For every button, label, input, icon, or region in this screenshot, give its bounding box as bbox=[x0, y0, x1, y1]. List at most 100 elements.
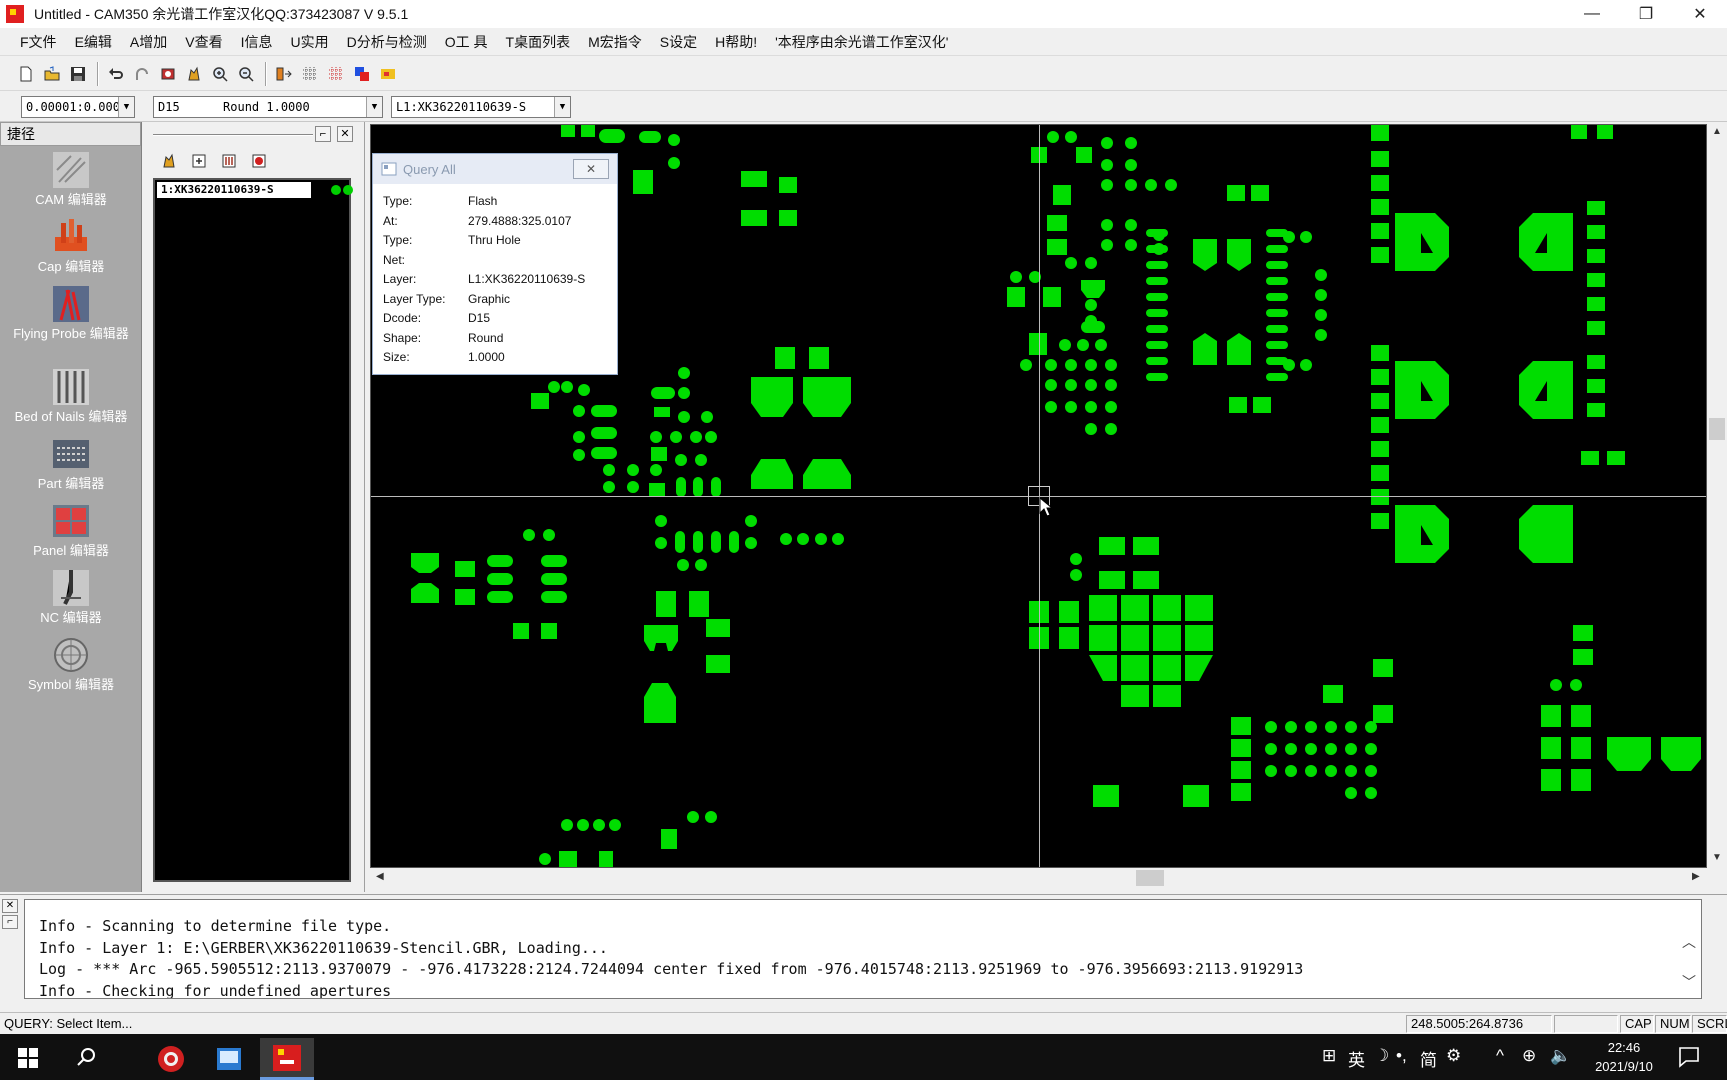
pcb-pad[interactable] bbox=[644, 625, 678, 651]
pcb-pad[interactable] bbox=[695, 454, 707, 466]
pcb-pad[interactable] bbox=[803, 377, 851, 417]
pcb-pad[interactable] bbox=[1373, 705, 1393, 723]
pcb-pad[interactable] bbox=[1020, 359, 1032, 371]
pcb-pad[interactable] bbox=[1045, 401, 1057, 413]
pcb-pad[interactable] bbox=[1227, 239, 1251, 271]
pcb-pad[interactable] bbox=[705, 431, 717, 443]
layer-select[interactable]: L1:XK36220110639-S ▼ bbox=[391, 96, 571, 118]
pcb-pad[interactable] bbox=[561, 381, 573, 393]
pcb-pad[interactable] bbox=[1146, 293, 1168, 301]
menu-analysis[interactable]: D分析与检测 bbox=[347, 32, 427, 52]
menu-tables[interactable]: T桌面列表 bbox=[506, 32, 571, 52]
pcb-pad[interactable] bbox=[591, 405, 617, 417]
pcb-pad[interactable] bbox=[609, 819, 621, 831]
pcb-pad[interactable] bbox=[780, 533, 792, 545]
pcb-pad[interactable] bbox=[693, 477, 703, 497]
pcb-pad[interactable] bbox=[541, 555, 567, 567]
pcb-pad[interactable] bbox=[650, 464, 662, 476]
layer-delete-icon[interactable] bbox=[247, 149, 271, 173]
pcb-pad[interactable] bbox=[1146, 341, 1168, 349]
taskbar-app-browser[interactable] bbox=[144, 1038, 198, 1080]
pcb-pad[interactable] bbox=[1053, 185, 1071, 205]
pcb-pad[interactable] bbox=[1266, 293, 1288, 301]
log-output[interactable]: Info - Scanning to determine file type. … bbox=[24, 899, 1702, 999]
pcb-pad[interactable] bbox=[487, 555, 513, 567]
pcb-pad[interactable] bbox=[1047, 215, 1067, 231]
pcb-pad[interactable] bbox=[1085, 379, 1097, 391]
pcb-pad[interactable] bbox=[1371, 417, 1389, 433]
layer-list[interactable]: 1:XK36220110639-S bbox=[153, 178, 353, 882]
pcb-pad[interactable] bbox=[1550, 679, 1562, 691]
pcb-pad[interactable] bbox=[1047, 239, 1067, 255]
pcb-pad[interactable] bbox=[1065, 359, 1077, 371]
menu-view[interactable]: V查看 bbox=[185, 32, 222, 52]
pcb-pad[interactable] bbox=[541, 591, 567, 603]
pcb-pad[interactable] bbox=[539, 853, 551, 865]
pcb-pad[interactable] bbox=[1371, 151, 1389, 167]
pcb-pad[interactable] bbox=[655, 537, 667, 549]
pcb-pad[interactable] bbox=[1153, 625, 1181, 651]
menu-file[interactable]: F文件 bbox=[20, 32, 57, 52]
pcb-pad[interactable] bbox=[1300, 359, 1312, 371]
cap-editor-shortcut[interactable]: Cap 编辑器 bbox=[0, 217, 142, 274]
pcb-pad[interactable] bbox=[701, 411, 713, 423]
pcb-pad[interactable] bbox=[1581, 451, 1599, 465]
zoom-out-icon[interactable] bbox=[234, 62, 258, 86]
pcb-pad[interactable] bbox=[1101, 179, 1113, 191]
pcb-pad[interactable] bbox=[1146, 277, 1168, 285]
query-title-bar[interactable]: Query All ✕ bbox=[373, 154, 617, 184]
pcb-pad[interactable] bbox=[548, 381, 560, 393]
pcb-pad[interactable] bbox=[599, 129, 625, 143]
pcb-pad[interactable] bbox=[1661, 737, 1701, 771]
pcb-pad[interactable] bbox=[711, 477, 721, 497]
menu-info[interactable]: I信息 bbox=[241, 32, 273, 52]
pcb-pad[interactable] bbox=[706, 655, 730, 673]
pcb-pad[interactable] bbox=[1371, 369, 1389, 385]
pcb-pad[interactable] bbox=[1251, 185, 1269, 201]
pcb-pad[interactable] bbox=[1085, 299, 1097, 311]
redo-icon[interactable] bbox=[130, 62, 154, 86]
pcb-pad[interactable] bbox=[455, 589, 475, 605]
highlight-icon[interactable] bbox=[376, 62, 400, 86]
pcb-pad[interactable] bbox=[1070, 569, 1082, 581]
layer-add-icon[interactable] bbox=[187, 149, 211, 173]
minimize-button[interactable]: — bbox=[1565, 0, 1619, 28]
pcb-pad[interactable] bbox=[1105, 401, 1117, 413]
menu-add[interactable]: A增加 bbox=[130, 32, 167, 52]
pcb-pad[interactable] bbox=[487, 591, 513, 603]
pcb-pad[interactable] bbox=[1231, 717, 1251, 735]
pcb-pad[interactable] bbox=[627, 464, 639, 476]
pcb-pad[interactable] bbox=[1266, 261, 1288, 269]
pcb-pad[interactable] bbox=[411, 553, 439, 573]
pcb-pad[interactable] bbox=[1607, 737, 1651, 771]
pcb-pad[interactable] bbox=[541, 573, 567, 585]
pcb-pad[interactable] bbox=[1395, 361, 1449, 419]
restore-button[interactable]: ❐ bbox=[1619, 0, 1673, 28]
new-icon[interactable] bbox=[14, 62, 38, 86]
layer-item[interactable]: 1:XK36220110639-S bbox=[157, 182, 311, 198]
pcb-pad[interactable] bbox=[1185, 655, 1213, 681]
scroll-left-icon[interactable]: ◀ bbox=[376, 871, 384, 882]
pcb-pad[interactable] bbox=[1231, 761, 1251, 779]
pcb-pad[interactable] bbox=[1283, 231, 1295, 243]
tray-volume-icon[interactable]: 🔈 bbox=[1550, 1046, 1571, 1066]
pcb-pad[interactable] bbox=[1133, 571, 1159, 589]
pcb-pad[interactable] bbox=[1285, 743, 1297, 755]
pcb-pad[interactable] bbox=[1010, 271, 1022, 283]
pcb-pad[interactable] bbox=[1070, 553, 1082, 565]
pcb-pad[interactable] bbox=[705, 811, 717, 823]
pcb-pad[interactable] bbox=[1315, 269, 1327, 281]
pcb-pad[interactable] bbox=[661, 829, 677, 849]
pcb-pad[interactable] bbox=[1266, 341, 1288, 349]
pcb-pad[interactable] bbox=[1059, 339, 1071, 351]
pcb-pad[interactable] bbox=[803, 459, 851, 489]
grid-icon[interactable] bbox=[298, 62, 322, 86]
pcb-pad[interactable] bbox=[1587, 403, 1605, 417]
menu-edit[interactable]: E编辑 bbox=[75, 32, 112, 52]
nc-editor-shortcut[interactable]: NC 编辑器 bbox=[0, 568, 142, 625]
pcb-pad[interactable] bbox=[513, 623, 529, 639]
pcb-pad[interactable] bbox=[1229, 397, 1247, 413]
pcb-pad[interactable] bbox=[1065, 401, 1077, 413]
pcb-pad[interactable] bbox=[1266, 373, 1288, 381]
pcb-pad[interactable] bbox=[1059, 627, 1079, 649]
